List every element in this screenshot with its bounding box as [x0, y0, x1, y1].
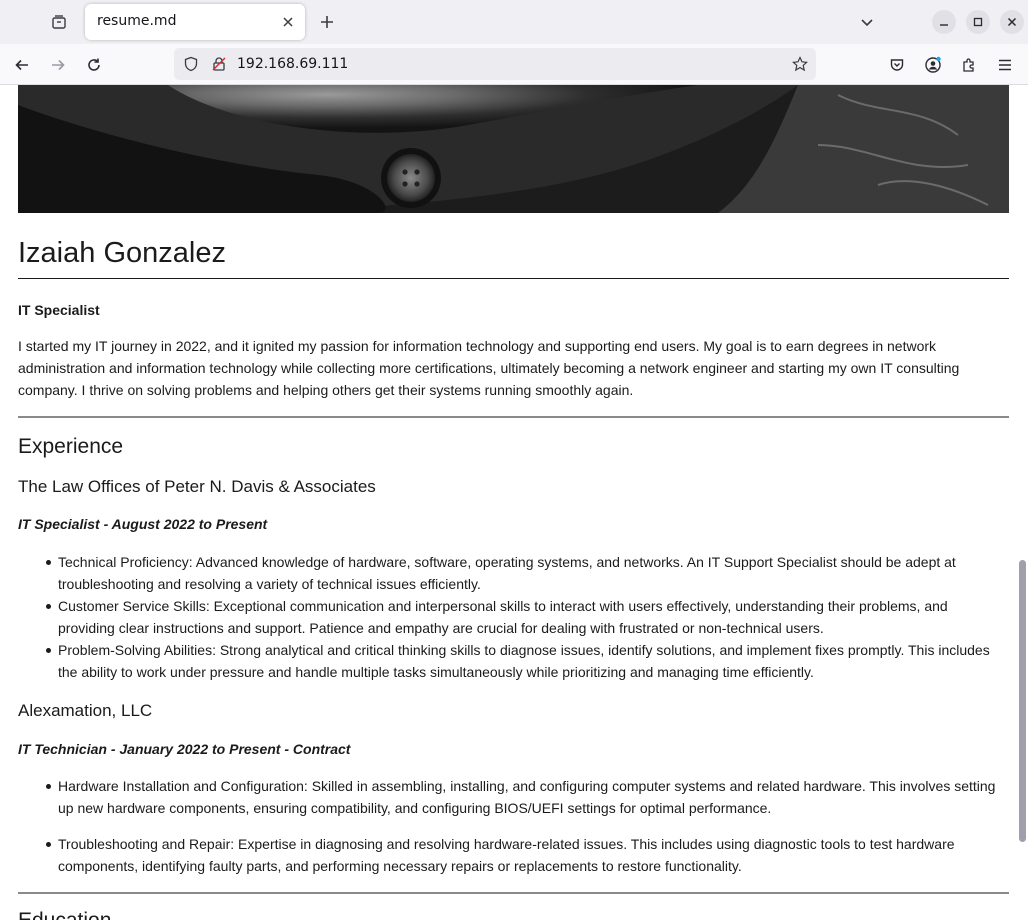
close-tab-icon[interactable] [279, 13, 297, 31]
education-heading: Education [18, 909, 111, 920]
page-title: Izaiah Gonzalez [18, 237, 226, 269]
menu-icon[interactable] [992, 52, 1018, 78]
minimize-icon[interactable] [932, 10, 956, 34]
experience-heading: Experience [18, 435, 124, 458]
bookmark-star-icon[interactable] [790, 54, 810, 74]
section-divider [18, 416, 1009, 418]
section-divider [18, 892, 1009, 894]
summary-paragraph: I started my IT journey in 2022, and it … [18, 338, 960, 398]
job-duties-list: Technical Proficiency: Advanced knowledg… [46, 551, 1008, 683]
scrollbar-thumb[interactable] [1019, 560, 1026, 842]
reload-icon[interactable] [81, 52, 107, 78]
navigation-toolbar: 192.168.69.111 [0, 44, 1028, 85]
list-item: Problem-Solving Abilities: Strong analyt… [46, 639, 1008, 683]
list-item: Customer Service Skills: Exceptional com… [46, 595, 1008, 639]
address-bar[interactable]: 192.168.69.111 [174, 48, 816, 80]
tab-title: resume.md [97, 13, 177, 29]
list-item: Hardware Installation and Configuration:… [46, 775, 1008, 819]
job-title: IT Specialist - August 2022 to Present [18, 516, 268, 532]
active-tab[interactable]: resume.md [85, 4, 305, 40]
company-name: Alexamation, LLC [18, 701, 153, 720]
job-duties-list: Hardware Installation and Configuration:… [46, 775, 1008, 877]
close-window-icon[interactable] [1000, 10, 1024, 34]
role-label: IT Specialist [18, 302, 100, 318]
list-item: Technical Proficiency: Advanced knowledg… [46, 551, 1008, 595]
list-item: Troubleshooting and Repair: Expertise in… [46, 833, 1008, 877]
shield-icon[interactable] [182, 55, 200, 73]
insecure-lock-icon[interactable] [210, 55, 228, 73]
job-title: IT Technician - January 2022 to Present … [18, 741, 351, 757]
tab-list-icon[interactable] [46, 9, 72, 35]
forward-arrow-icon[interactable] [45, 52, 71, 78]
page-viewport: Izaiah Gonzalez IT Specialist I started … [0, 85, 1028, 920]
account-icon[interactable] [920, 52, 946, 78]
title-divider [18, 278, 1009, 279]
extensions-icon[interactable] [956, 52, 982, 78]
chevron-down-icon[interactable] [855, 10, 879, 34]
company-name: The Law Offices of Peter N. Davis & Asso… [18, 477, 376, 496]
pocket-icon[interactable] [884, 52, 910, 78]
tab-strip: resume.md [0, 0, 1028, 44]
new-tab-icon[interactable] [315, 10, 339, 34]
url-text: 192.168.69.111 [237, 56, 349, 72]
maximize-icon[interactable] [966, 10, 990, 34]
profile-photo [18, 85, 1009, 213]
back-arrow-icon[interactable] [9, 52, 35, 78]
